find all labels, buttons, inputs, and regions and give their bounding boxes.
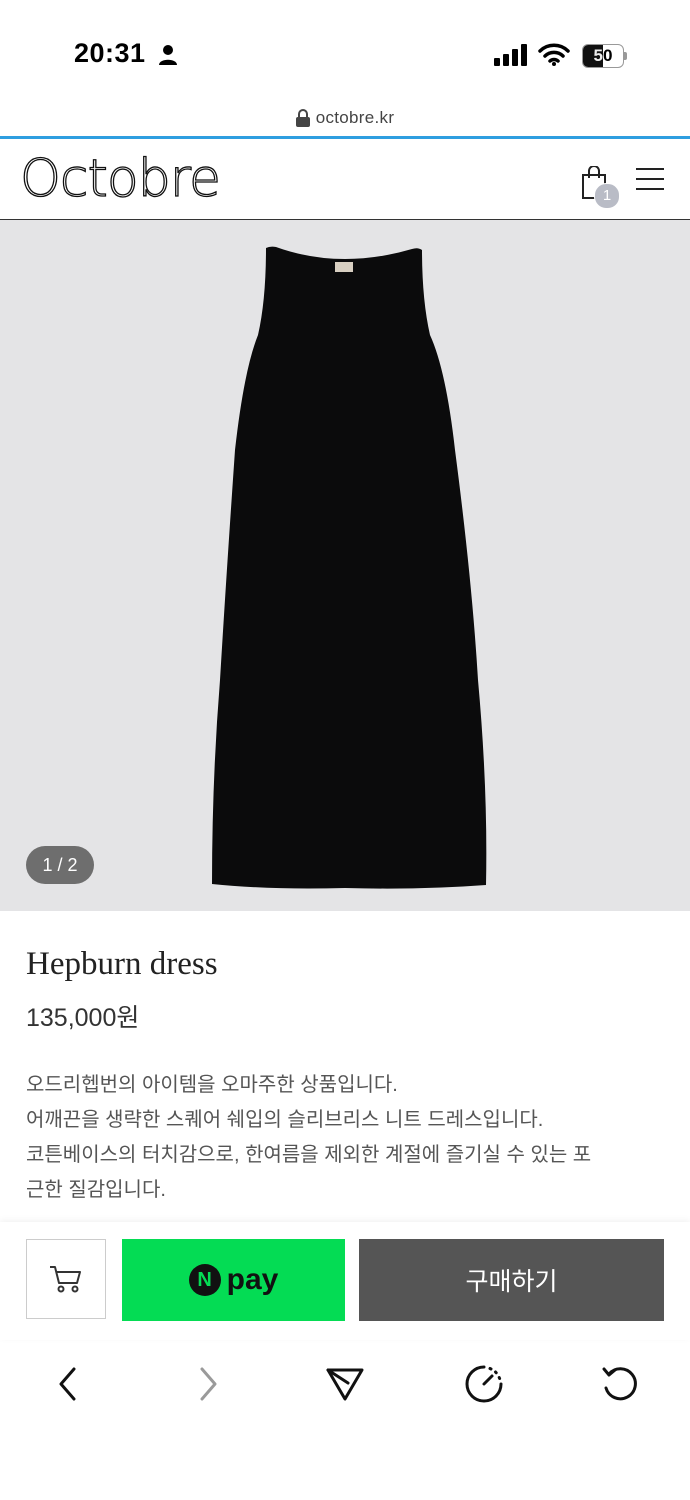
cart-count-badge: 1 xyxy=(594,183,620,209)
status-time: 20:31 xyxy=(74,38,146,68)
description-line: 근한 질감입니다. xyxy=(26,1179,166,1201)
add-to-cart-button[interactable] xyxy=(26,1239,106,1319)
url-text: octobre.kr xyxy=(315,108,395,127)
cart-icon xyxy=(50,1266,81,1293)
product-name: Hepburn dress xyxy=(26,946,218,982)
lock-icon xyxy=(295,109,310,127)
npay-label: pay xyxy=(226,1263,279,1296)
description-line: 어깨끈을 생략한 스퀘어 쉐입의 슬리브리스 니트 드레스입니다. xyxy=(26,1109,544,1131)
refresh-button[interactable] xyxy=(596,1360,644,1408)
product-price: 135,000원 xyxy=(26,1004,140,1032)
history-button[interactable] xyxy=(460,1360,508,1408)
description-line: 오드리헵번의 아이템을 오마주한 상품입니다. xyxy=(26,1074,398,1096)
back-button[interactable] xyxy=(44,1360,92,1408)
npay-button[interactable]: N pay xyxy=(122,1239,345,1321)
signal-icon xyxy=(494,44,527,66)
image-counter: 1 / 2 xyxy=(26,846,94,884)
chevron-right-icon xyxy=(200,1367,217,1401)
description-line: 코튼베이스의 터치감으로, 한여름을 제외한 계절에 즐기실 수 있는 포 xyxy=(26,1144,592,1166)
battery-indicator: 50 xyxy=(582,44,627,68)
site-logo[interactable]: Octobre xyxy=(19,148,221,209)
url-bar[interactable]: octobre.kr xyxy=(0,108,690,138)
send-icon xyxy=(326,1368,364,1401)
battery-level: 50 xyxy=(593,46,613,65)
buy-now-button[interactable]: 구매하기 xyxy=(359,1239,664,1321)
refresh-icon xyxy=(602,1367,637,1401)
chevron-left-icon xyxy=(59,1367,76,1401)
product-description: 오드리헵번의 아이템을 오마주한 상품입니다. 어깨끈을 생략한 스퀘어 쉐입의… xyxy=(26,1068,666,1208)
speed-dial-icon xyxy=(465,1365,503,1403)
product-image[interactable] xyxy=(0,220,690,911)
person-icon xyxy=(159,45,177,65)
wifi-icon xyxy=(538,43,570,66)
dress-photo xyxy=(212,246,487,889)
share-button[interactable] xyxy=(321,1360,369,1408)
forward-button[interactable] xyxy=(184,1360,232,1408)
npay-logo-mark: N xyxy=(188,1264,221,1296)
hamburger-menu-icon[interactable] xyxy=(636,166,664,192)
